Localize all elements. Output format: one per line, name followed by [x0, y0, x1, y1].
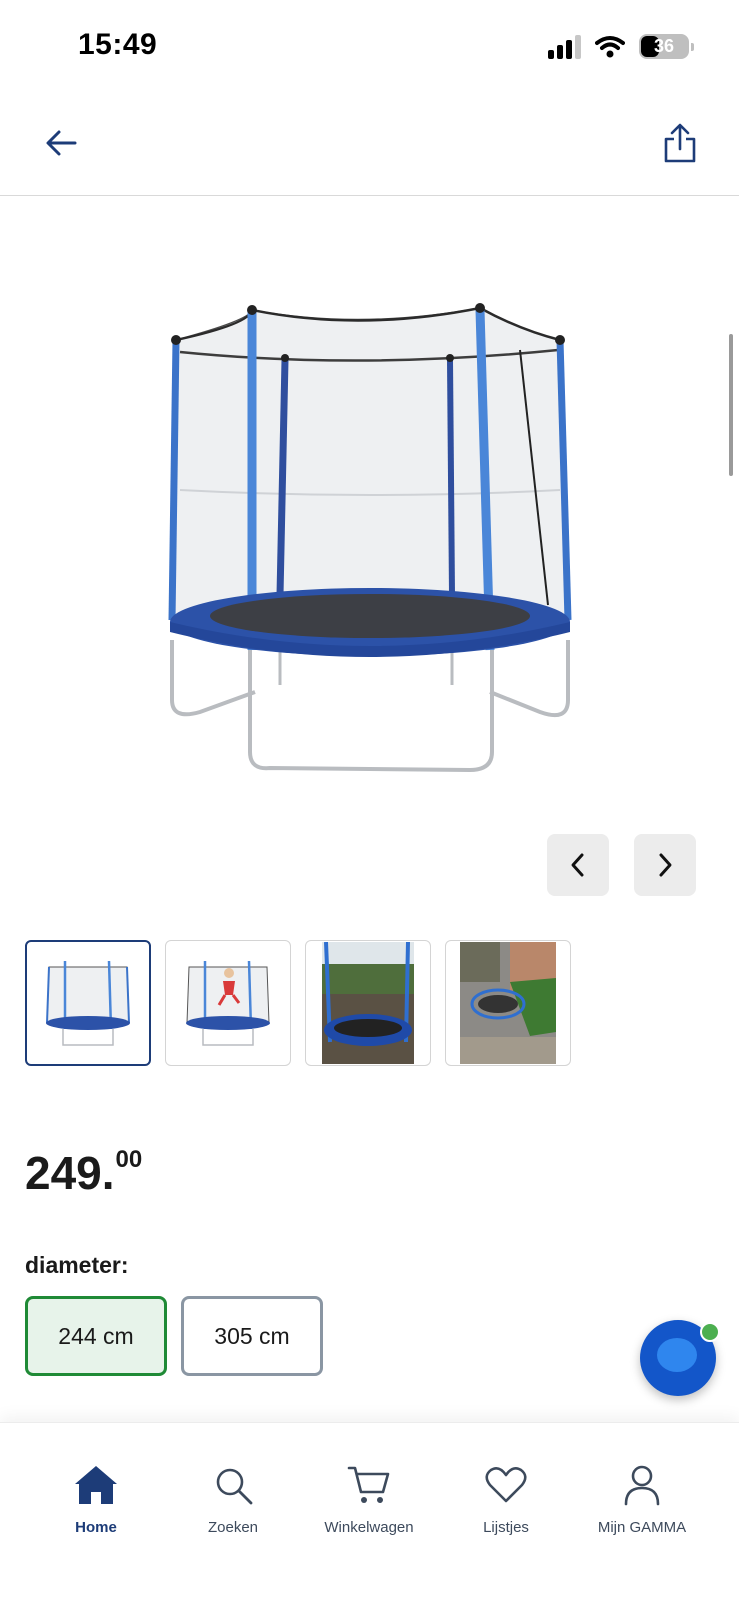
cart-icon [347, 1466, 390, 1503]
top-nav-bar [0, 100, 739, 196]
home-icon [75, 1466, 117, 1504]
status-bar: 15:49 36 [0, 0, 739, 96]
tab-lists[interactable]: Lijstjes [446, 1461, 566, 1536]
garden-trampoline-thumbnail [460, 942, 556, 1064]
tab-my-gamma[interactable]: Mijn GAMMA [582, 1461, 702, 1536]
share-icon [664, 123, 696, 163]
price-cents: 00 [115, 1146, 143, 1173]
thumbnail-4[interactable] [445, 940, 571, 1066]
battery-icon: 36 [639, 34, 694, 59]
diameter-option-305[interactable]: 305 cm [181, 1296, 323, 1376]
scroll-indicator[interactable] [729, 334, 733, 476]
chevron-left-icon [571, 853, 584, 877]
battery-percent: 36 [653, 36, 675, 56]
tab-search[interactable]: Zoeken [173, 1461, 293, 1536]
product-image[interactable] [160, 300, 590, 790]
chat-assistant-button[interactable] [640, 1320, 720, 1396]
diameter-option-244[interactable]: 244 cm [25, 1296, 167, 1376]
price-main: 249. [25, 1147, 115, 1199]
thumbnail-1[interactable] [25, 940, 151, 1066]
thumbnail-strip [25, 940, 571, 1066]
user-icon [624, 1465, 660, 1506]
product-price: 249. 00 [25, 1146, 142, 1199]
online-status-dot [700, 1322, 720, 1342]
previous-image-button[interactable] [547, 834, 609, 896]
tab-cart-label: Winkelwagen [324, 1519, 414, 1536]
bottom-tab-bar: Home Zoeken Winkelwagen Lijstjes Mijn GA… [0, 1422, 739, 1600]
tab-home[interactable]: Home [36, 1461, 156, 1536]
chevron-right-icon [659, 853, 672, 877]
tab-search-label: Zoeken [207, 1519, 259, 1536]
tab-lists-label: Lijstjes [483, 1519, 529, 1536]
tab-cart[interactable]: Winkelwagen [309, 1461, 429, 1536]
thumbnail-2[interactable] [165, 940, 291, 1066]
trampoline-closeup-thumbnail [322, 942, 414, 1064]
next-image-button[interactable] [634, 834, 696, 896]
status-time: 15:49 [78, 28, 158, 61]
heart-icon [485, 1467, 527, 1503]
diameter-options: 244 cm 305 cm [25, 1296, 323, 1376]
trampoline-thumbnail [46, 960, 130, 1046]
search-icon [216, 1468, 253, 1505]
share-button[interactable] [657, 118, 703, 168]
trampoline-child-thumbnail [186, 960, 270, 1046]
back-button[interactable] [38, 120, 84, 166]
diameter-label: diameter: [25, 1252, 129, 1278]
tab-my-gamma-label: Mijn GAMMA [597, 1519, 687, 1536]
thumbnail-3[interactable] [305, 940, 431, 1066]
tab-home-label: Home [75, 1519, 117, 1536]
chat-bubble-icon [657, 1338, 697, 1372]
status-icons: 36 [548, 34, 694, 59]
signal-icon [548, 34, 581, 59]
arrow-left-icon [46, 130, 77, 156]
wifi-icon [595, 35, 625, 57]
